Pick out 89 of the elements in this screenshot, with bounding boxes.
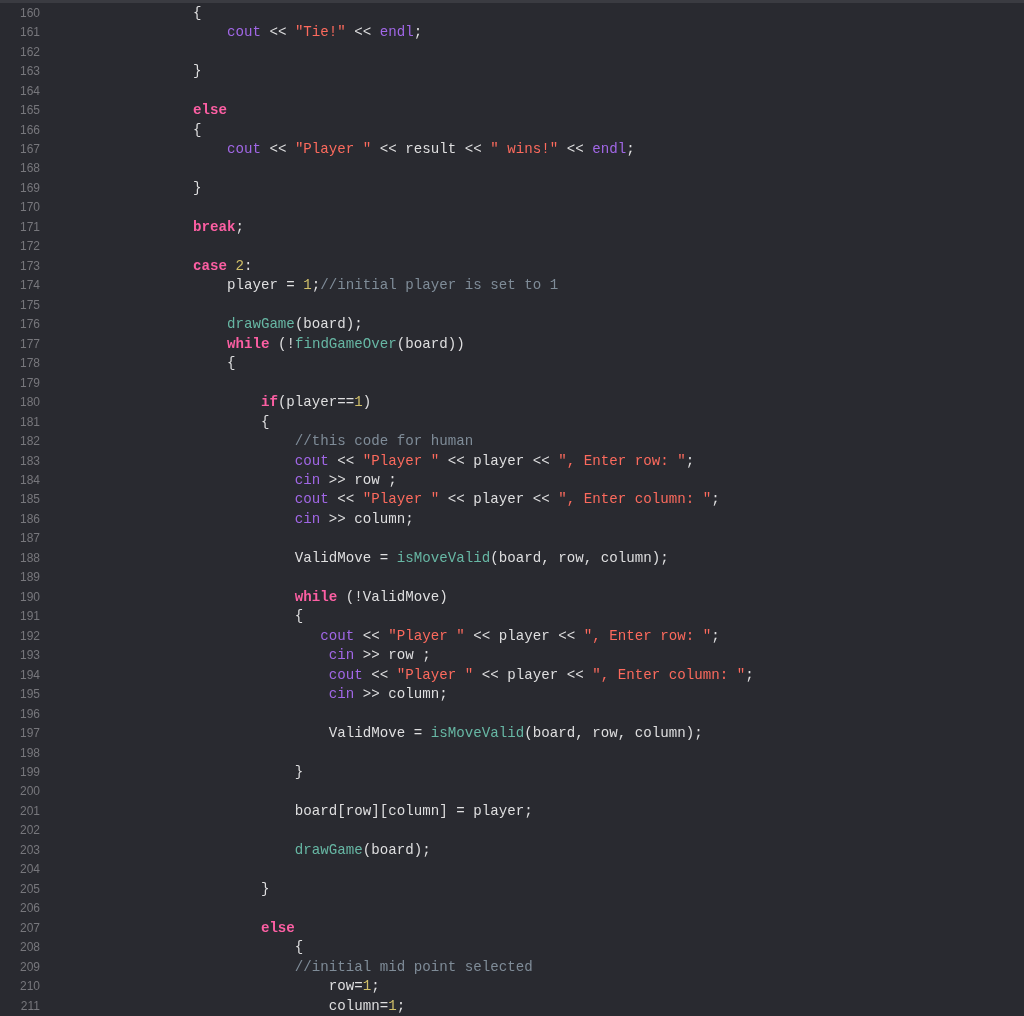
code-line: cout << "Tie!" << endl; bbox=[225, 24, 423, 41]
code-line: { bbox=[191, 4, 202, 21]
line-number: 186 bbox=[18, 511, 40, 526]
code-line: player = 1;//initial player is set to 1 bbox=[225, 277, 559, 294]
line-number: 200 bbox=[18, 784, 40, 799]
line-number: 189 bbox=[18, 570, 40, 585]
line-number: 198 bbox=[18, 745, 40, 760]
line-number: 180 bbox=[18, 395, 40, 410]
line-number: 211 bbox=[19, 998, 40, 1013]
line-number: 161 bbox=[18, 25, 40, 40]
line-number: 192 bbox=[18, 628, 40, 643]
code-line: drawGame(board); bbox=[293, 841, 431, 858]
code-line: cout << "Player " << result << " wins!" << endl; bbox=[225, 141, 635, 157]
line-number: 204 bbox=[18, 862, 40, 877]
code-line: ValidMove = isMoveValid(board, row, column); bbox=[327, 725, 703, 742]
line-number: 179 bbox=[18, 375, 40, 390]
line-number: 210 bbox=[18, 979, 40, 994]
line-number: 207 bbox=[18, 920, 40, 935]
code-line: row=1; bbox=[327, 978, 380, 995]
line-number: 162 bbox=[18, 44, 40, 59]
code-line: } bbox=[293, 764, 304, 780]
line-number: 170 bbox=[18, 200, 40, 215]
line-number: 206 bbox=[18, 901, 40, 916]
line-number: 171 bbox=[18, 219, 40, 234]
code-line: { bbox=[259, 413, 270, 430]
code-line: while (!findGameOver(board)) bbox=[225, 335, 465, 352]
code-line: board[row][column] = player; bbox=[293, 802, 533, 819]
code-line: { bbox=[293, 939, 304, 956]
line-number: 184 bbox=[18, 473, 40, 487]
line-number: 174 bbox=[18, 278, 40, 293]
line-number: 160 bbox=[18, 5, 40, 20]
line-number: 201 bbox=[18, 803, 40, 818]
code-line: cin >> column; bbox=[293, 510, 414, 527]
code-line: drawGame(board); bbox=[225, 316, 363, 333]
code-line: cout << "Player " << player << ", Enter column: "; bbox=[293, 491, 720, 508]
line-number: 175 bbox=[18, 297, 40, 312]
line-number: 166 bbox=[18, 122, 40, 137]
line-number: 182 bbox=[18, 434, 40, 449]
line-number: 164 bbox=[18, 83, 40, 98]
code-line: cout << "Player " << player << ", Enter row: "; bbox=[293, 452, 695, 469]
code-line: break; bbox=[191, 218, 244, 235]
line-number: 190 bbox=[18, 589, 40, 604]
line-number: 205 bbox=[18, 881, 40, 896]
line-number: 203 bbox=[18, 842, 40, 857]
line-number: 169 bbox=[18, 180, 40, 195]
code-line: //this code for human bbox=[293, 433, 474, 450]
code-line: } bbox=[259, 880, 270, 897]
code-line: case 2: bbox=[191, 257, 253, 274]
line-number: 176 bbox=[18, 317, 40, 332]
line-number: 199 bbox=[18, 765, 40, 779]
code-line: { bbox=[191, 121, 202, 138]
line-number: 193 bbox=[18, 648, 40, 663]
line-number: 195 bbox=[18, 687, 40, 702]
line-number: 178 bbox=[18, 356, 40, 371]
line-number: 208 bbox=[18, 940, 40, 955]
line-number: 196 bbox=[18, 706, 40, 721]
code-line: else bbox=[259, 919, 295, 936]
line-number: 191 bbox=[18, 609, 40, 624]
line-number: 185 bbox=[18, 492, 40, 507]
code-line: while (!ValidMove) bbox=[293, 588, 448, 605]
line-number: 172 bbox=[18, 239, 40, 254]
line-number: 183 bbox=[18, 453, 40, 468]
code-line: column=1; bbox=[327, 997, 406, 1014]
code-line: cin >> row ; bbox=[293, 472, 397, 488]
code-line: cout << "Player " << player << ", Enter row: "; bbox=[319, 627, 720, 644]
code-line: if(player==1) bbox=[259, 394, 372, 411]
line-number: 188 bbox=[18, 550, 40, 565]
code-line: cin >> column; bbox=[327, 686, 448, 703]
line-number: 168 bbox=[18, 161, 40, 176]
line-number: 173 bbox=[18, 258, 40, 273]
code-line: } bbox=[191, 179, 202, 196]
line-number: 181 bbox=[18, 414, 40, 429]
code-line: else bbox=[191, 102, 227, 119]
code-line: cin >> row ; bbox=[327, 647, 431, 664]
code-line: { bbox=[225, 355, 236, 372]
line-number: 163 bbox=[18, 64, 40, 79]
line-number: 194 bbox=[18, 667, 40, 682]
line-number: 187 bbox=[18, 531, 40, 546]
code-line: } bbox=[191, 63, 202, 80]
line-number: 209 bbox=[18, 959, 40, 974]
line-number: 167 bbox=[18, 142, 40, 156]
code-line: //initial mid point selected bbox=[293, 958, 533, 975]
line-number: 197 bbox=[18, 726, 40, 741]
line-number: 165 bbox=[18, 103, 40, 118]
code-line: { bbox=[293, 608, 304, 625]
code-line: ValidMove = isMoveValid(board, row, column); bbox=[293, 549, 669, 566]
code-line: cout << "Player " << player << ", Enter column: "; bbox=[327, 666, 754, 683]
line-number: 202 bbox=[18, 823, 40, 838]
line-number: 177 bbox=[18, 336, 40, 351]
